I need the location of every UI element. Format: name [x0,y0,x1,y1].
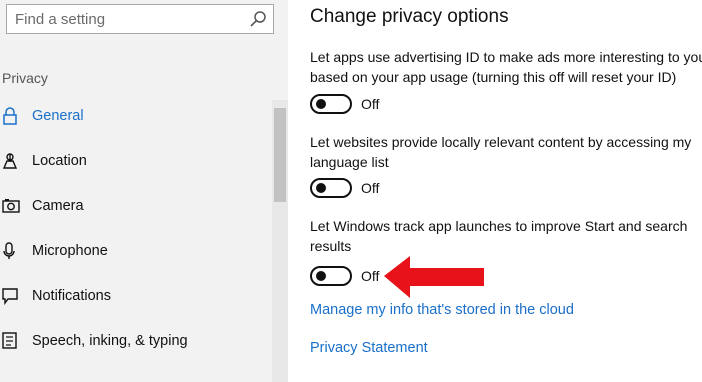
speech-icon [0,332,32,350]
toggle-state-label: Off [361,180,380,196]
sidebar-item-location[interactable]: Location [0,143,270,179]
page-title: Change privacy options [310,6,509,27]
option-app-launches-toggle-row: Off [310,266,379,286]
sidebar: Privacy General Location C [0,0,288,382]
app-launches-toggle[interactable] [310,266,352,286]
search-input[interactable] [7,5,239,33]
search-box[interactable] [6,4,274,34]
description-line: Let Windows track app launches to improv… [310,218,688,234]
description-line: Let websites provide locally relevant co… [310,134,692,150]
language-list-toggle[interactable] [310,178,352,198]
annotation-arrow-icon [384,256,484,298]
notifications-icon [0,287,32,305]
toggle-state-label: Off [361,96,380,112]
microphone-icon [0,242,32,260]
sidebar-item-microphone[interactable]: Microphone [0,233,270,269]
option-advertising-description: Let apps use advertising ID to make ads … [310,47,702,87]
sidebar-item-speech[interactable]: Speech, inking, & typing [0,323,270,359]
option-app-launches-description: Let Windows track app launches to improv… [310,216,702,256]
sidebar-scrollbar[interactable] [272,100,288,382]
sidebar-item-label: Speech, inking, & typing [32,333,188,349]
camera-icon [0,198,32,214]
toggle-knob [316,183,326,193]
lock-icon [0,107,32,125]
section-label-privacy: Privacy [2,70,48,86]
sidebar-item-camera[interactable]: Camera [0,188,270,224]
description-line: language list [310,154,389,170]
main-content: Change privacy options Let apps use adve… [288,0,702,382]
option-language-description: Let websites provide locally relevant co… [310,132,702,172]
sidebar-item-label: Camera [32,198,84,214]
advertising-id-toggle[interactable] [310,94,352,114]
sidebar-item-notifications[interactable]: Notifications [0,278,270,314]
toggle-knob [316,99,326,109]
sidebar-item-general[interactable]: General [0,98,270,134]
privacy-statement-link[interactable]: Privacy Statement [310,340,428,356]
toggle-state-label: Off [361,268,380,284]
manage-cloud-info-link[interactable]: Manage my info that's stored in the clou… [310,302,574,318]
option-advertising-toggle-row: Off [310,94,379,114]
sidebar-item-label: Microphone [32,243,108,259]
location-icon [0,152,32,170]
description-line: results [310,238,352,254]
description-line: based on your app usage (turning this of… [310,69,677,85]
sidebar-item-label: Notifications [32,288,111,304]
search-icon[interactable] [249,10,267,28]
option-language-toggle-row: Off [310,178,379,198]
scrollbar-thumb[interactable] [274,108,286,202]
sidebar-item-label: General [32,108,84,124]
description-line: Let apps use advertising ID to make ads … [310,49,702,65]
toggle-knob [316,271,326,281]
sidebar-item-label: Location [32,153,87,169]
